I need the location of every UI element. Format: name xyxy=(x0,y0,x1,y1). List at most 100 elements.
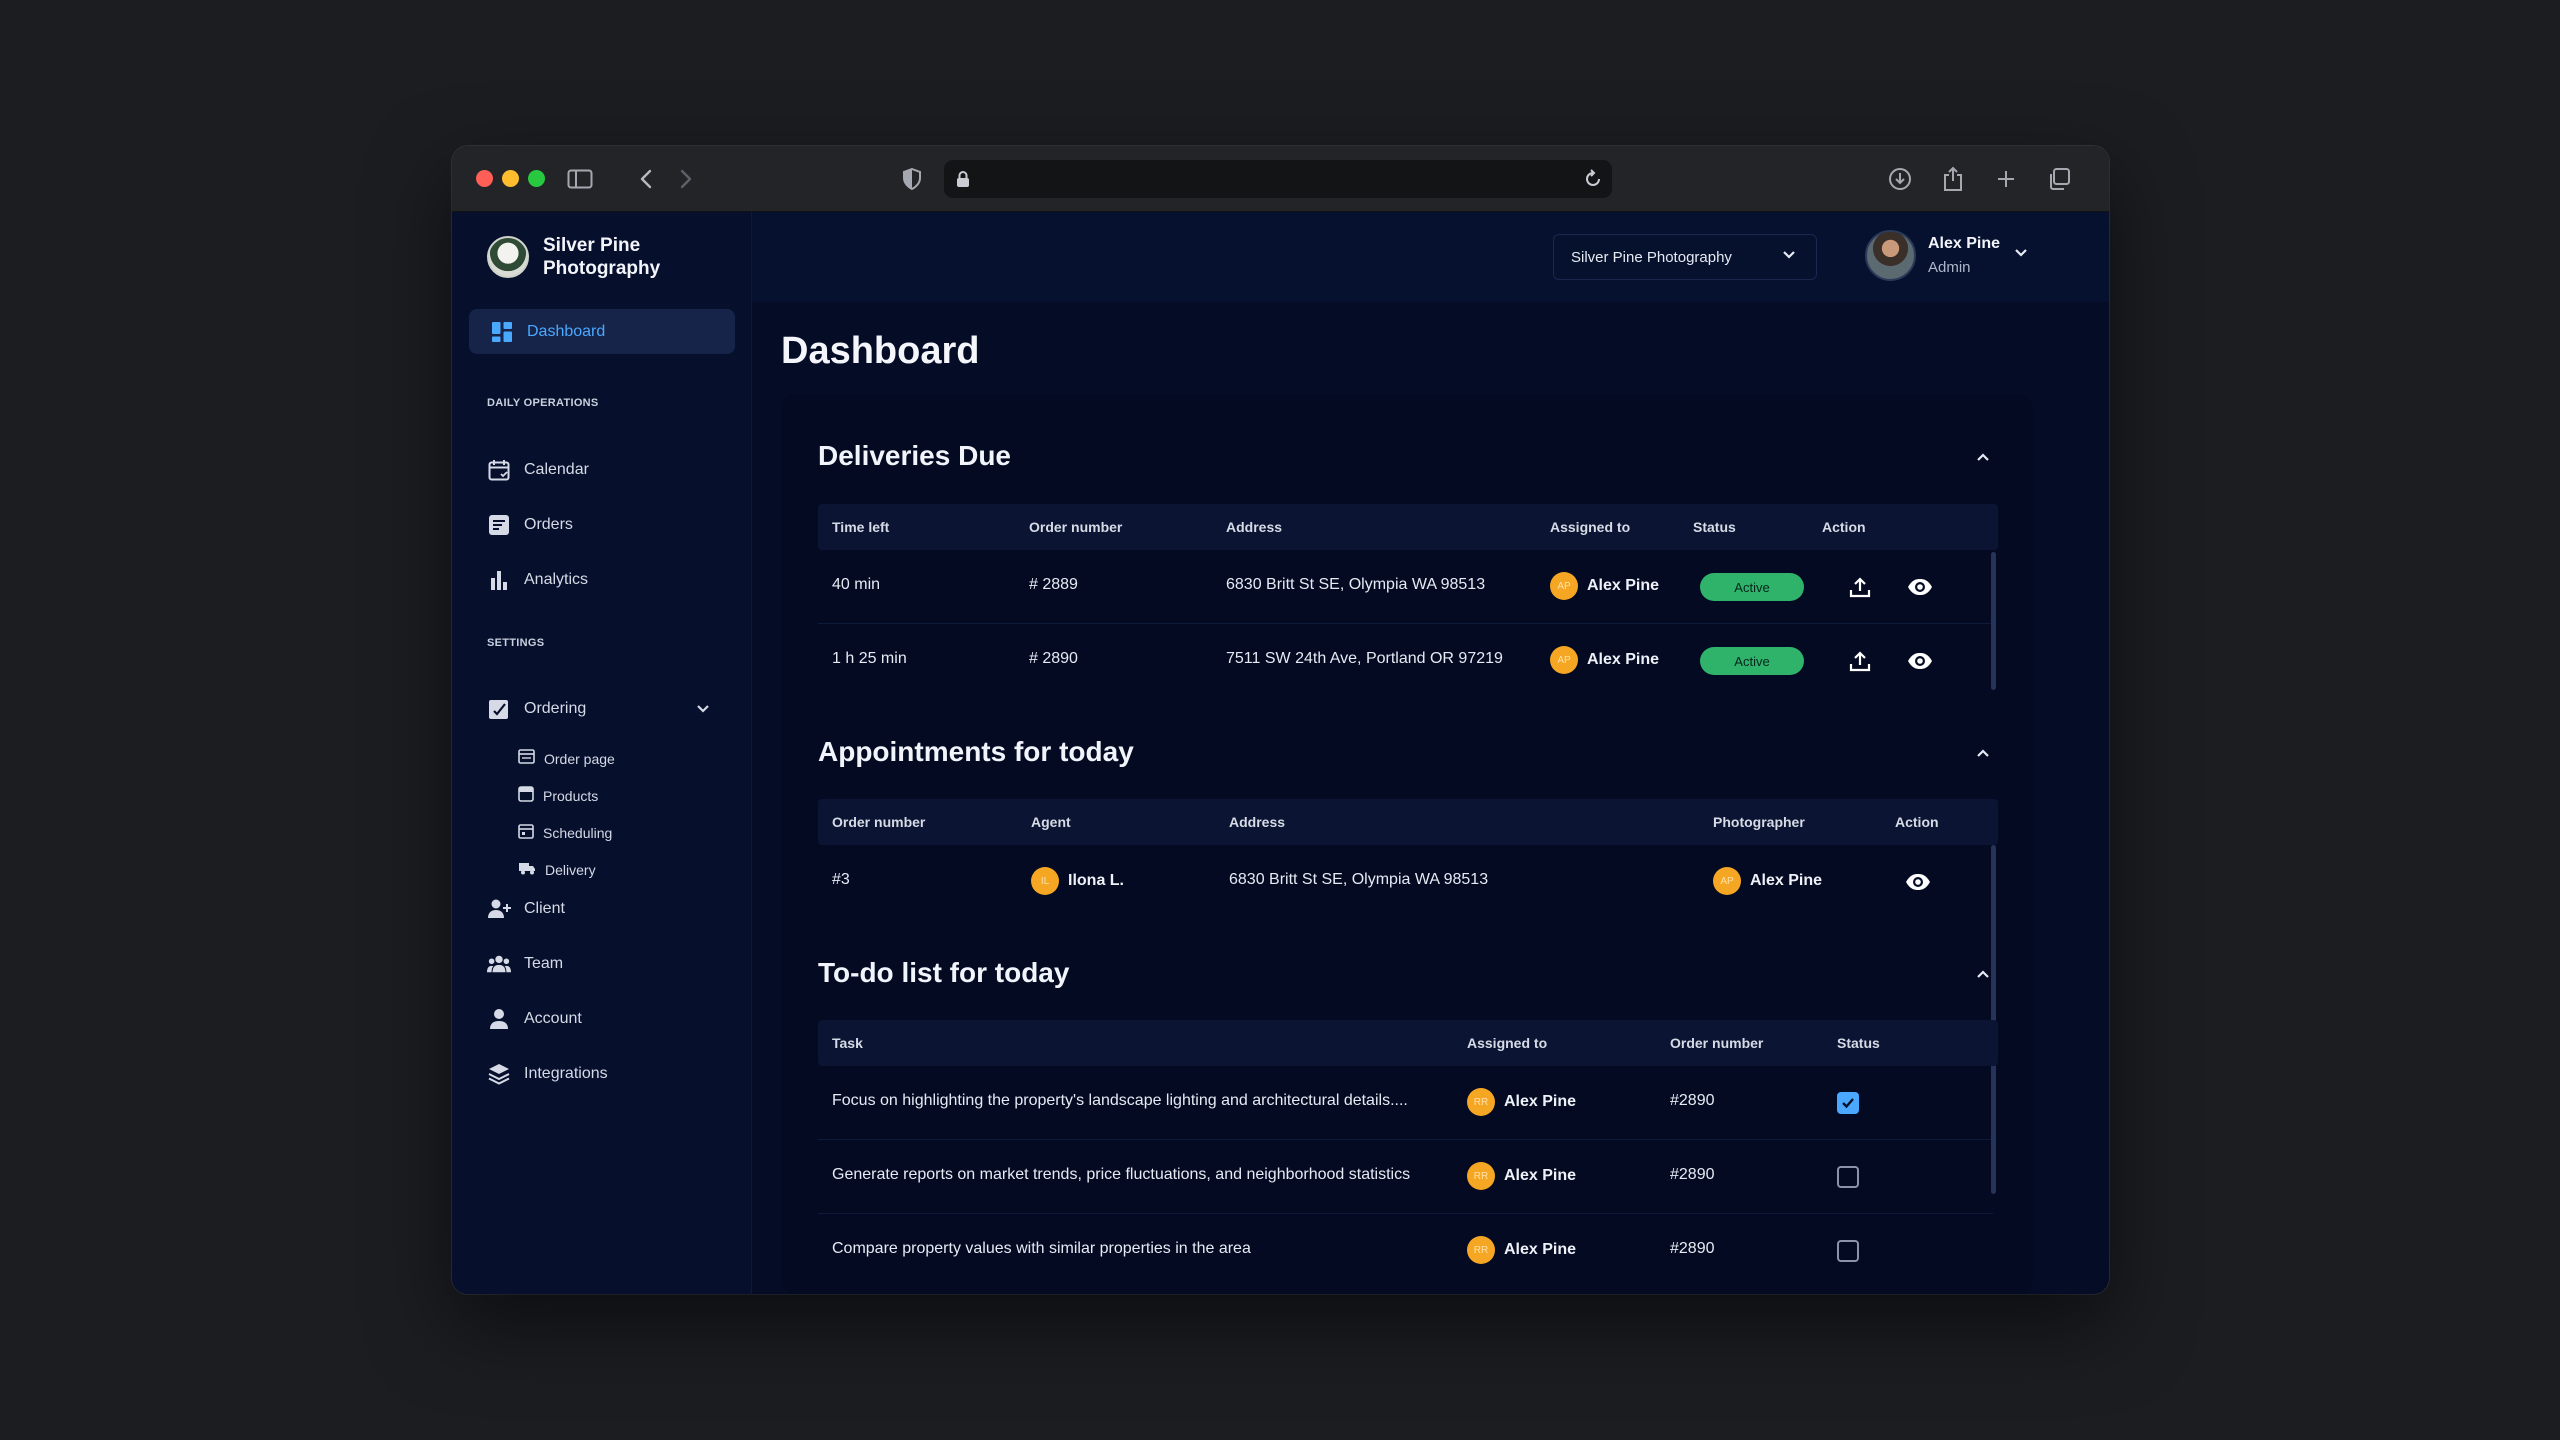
user-menu[interactable]: Alex Pine Admin xyxy=(1865,230,2030,281)
scheduling-icon xyxy=(518,823,534,844)
assignee-name: Alex Pine xyxy=(1504,1167,1577,1184)
sidebar-toggle-icon[interactable] xyxy=(566,165,594,193)
column-header: Order number xyxy=(1670,1035,1764,1051)
eye-icon[interactable] xyxy=(1904,868,1932,896)
workspace-select-value: Silver Pine Photography xyxy=(1571,248,1732,266)
sidebar-subitem-products[interactable]: Products xyxy=(518,785,598,807)
avatar xyxy=(1865,230,1916,281)
sidebar-item-team[interactable]: Team xyxy=(487,950,563,978)
back-icon[interactable] xyxy=(632,165,660,193)
status-checkbox[interactable] xyxy=(1837,1166,1859,1188)
order-number: # 2889 xyxy=(1029,576,1078,593)
brand-logo xyxy=(487,236,529,278)
orders-icon xyxy=(487,513,511,537)
reload-icon[interactable] xyxy=(1584,169,1602,194)
chevron-down-icon[interactable] xyxy=(2012,244,2030,267)
sidebar-item-integrations[interactable]: Integrations xyxy=(487,1060,608,1088)
close-window-button[interactable] xyxy=(476,170,493,187)
user-role: Admin xyxy=(1928,259,1971,276)
assignee: RR Alex Pine xyxy=(1467,1162,1576,1190)
download-icon[interactable] xyxy=(1886,165,1914,193)
sidebar-item-label: Team xyxy=(524,955,564,972)
sidebar-item-label: Analytics xyxy=(524,571,589,588)
column-header: Order number xyxy=(832,814,926,830)
shield-icon[interactable] xyxy=(898,165,926,193)
section-label-settings: SETTINGS xyxy=(487,637,545,649)
dashboard-icon xyxy=(490,320,514,344)
sidebar-item-analytics[interactable]: Analytics xyxy=(487,566,588,594)
assignee-name: Alex Pine xyxy=(1504,1241,1577,1258)
time-left: 1 h 25 min xyxy=(832,650,907,667)
chevron-down-icon[interactable] xyxy=(693,699,713,724)
column-header: Order number xyxy=(1029,519,1123,535)
deliveries-scrollbar[interactable] xyxy=(1991,552,1996,690)
assignee-name: Alex Pine xyxy=(1587,651,1660,668)
status-badge: Active xyxy=(1700,573,1804,601)
sidebar: Silver Pine Photography Dashboard DAILY … xyxy=(452,212,752,1294)
sidebar-item-calendar[interactable]: Calendar xyxy=(487,456,589,484)
sidebar-item-ordering[interactable]: Ordering xyxy=(487,695,727,723)
sidebar-item-dashboard[interactable]: Dashboard xyxy=(469,309,735,354)
table-row[interactable]: 1 h 25 min # 2890 7511 SW 24th Ave, Port… xyxy=(818,624,1993,698)
upload-icon[interactable] xyxy=(1846,647,1874,675)
column-header: Task xyxy=(832,1035,863,1051)
column-header: Action xyxy=(1895,814,1939,830)
agent-name: Ilona L. xyxy=(1068,872,1124,889)
sidebar-subitem-scheduling[interactable]: Scheduling xyxy=(518,823,612,843)
sidebar-item-orders[interactable]: Orders xyxy=(487,511,573,539)
address: 6830 Britt St SE, Olympia WA 98513 xyxy=(1226,576,1486,593)
chevron-up-icon[interactable] xyxy=(1973,964,1993,984)
table-row[interactable]: Compare property values with similar pro… xyxy=(818,1214,1993,1288)
sidebar-item-client[interactable]: Client xyxy=(487,895,565,923)
avatar: RR xyxy=(1467,1162,1495,1190)
brand-name: Silver Pine Photography xyxy=(543,235,661,279)
analytics-icon xyxy=(487,568,511,592)
sidebar-item-label: Calendar xyxy=(524,461,589,478)
table-row[interactable]: Focus on highlighting the property's lan… xyxy=(818,1066,1993,1140)
address: 7511 SW 24th Ave, Portland OR 97219 xyxy=(1226,650,1503,667)
plus-icon[interactable] xyxy=(1992,165,2020,193)
column-header: Address xyxy=(1226,519,1283,535)
eye-icon[interactable] xyxy=(1906,573,1934,601)
table-row[interactable]: Generate reports on market trends, price… xyxy=(818,1140,1993,1214)
appointments-title: Appointments for today xyxy=(818,736,1134,767)
brand[interactable]: Silver Pine Photography xyxy=(487,234,693,280)
account-icon xyxy=(487,1007,511,1031)
sidebar-item-label: Integrations xyxy=(524,1065,608,1082)
sidebar-subitem-delivery[interactable]: Delivery xyxy=(518,860,596,880)
minimize-window-button[interactable] xyxy=(502,170,519,187)
products-icon xyxy=(518,785,534,807)
todo-table-header: Task Assigned to Order number Status xyxy=(818,1020,1998,1066)
share-icon[interactable] xyxy=(1939,165,1967,193)
upload-icon[interactable] xyxy=(1846,573,1874,601)
integrations-icon xyxy=(487,1062,511,1086)
address-bar[interactable] xyxy=(944,160,1612,198)
chevron-up-icon[interactable] xyxy=(1973,447,1993,467)
column-header: Photographer xyxy=(1713,814,1805,830)
sidebar-item-account[interactable]: Account xyxy=(487,1005,582,1033)
task-text: Focus on highlighting the property's lan… xyxy=(832,1092,1408,1109)
forward-icon[interactable] xyxy=(672,165,700,193)
calendar-icon xyxy=(487,458,511,482)
truck-icon xyxy=(518,861,536,880)
sidebar-subitem-label: Scheduling xyxy=(543,825,613,841)
status-checkbox[interactable] xyxy=(1837,1240,1859,1262)
column-header: Agent xyxy=(1031,814,1071,830)
agent: IL Ilona L. xyxy=(1031,867,1124,895)
column-header: Address xyxy=(1229,814,1286,830)
workspace-select[interactable]: Silver Pine Photography xyxy=(1553,234,1817,280)
chevron-up-icon[interactable] xyxy=(1973,743,1993,763)
order-number: #2890 xyxy=(1670,1166,1715,1183)
tabs-icon[interactable] xyxy=(2045,165,2073,193)
browser-toolbar xyxy=(452,146,2109,212)
zoom-window-button[interactable] xyxy=(528,170,545,187)
status-checkbox[interactable] xyxy=(1837,1092,1859,1114)
table-row[interactable]: #3 IL Ilona L. 6830 Britt St SE, Olympia… xyxy=(818,845,1993,919)
todo-scrollbar[interactable] xyxy=(1991,1066,1996,1194)
column-header: Status xyxy=(1837,1035,1880,1051)
task-text: Compare property values with similar pro… xyxy=(832,1240,1251,1257)
sidebar-subitem-order-page[interactable]: Order page xyxy=(518,749,615,769)
table-row[interactable]: 40 min # 2889 6830 Britt St SE, Olympia … xyxy=(818,550,1993,624)
eye-icon[interactable] xyxy=(1906,647,1934,675)
avatar: IL xyxy=(1031,867,1059,895)
